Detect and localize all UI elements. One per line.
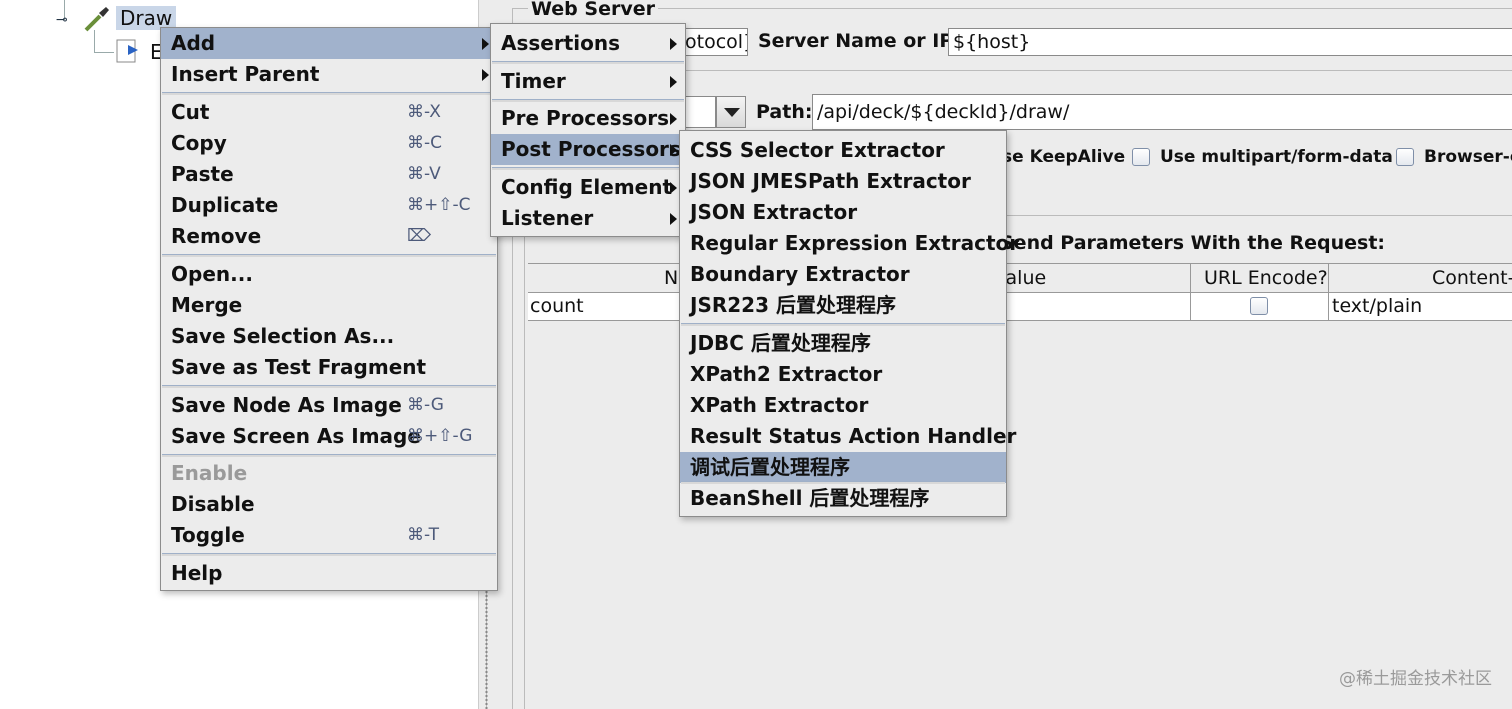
shortcut-save-screen-image: ⌘+⇧-G [407,426,473,446]
pp-item-json-extractor[interactable]: JSON Extractor [680,197,1006,228]
submenu-item-assertions[interactable]: Assertions [491,28,685,59]
web-server-title: Web Server [528,0,658,20]
menu-item-help[interactable]: Help [161,558,497,589]
submenu-arrow-icon [670,213,677,225]
menu-item-insert-parent[interactable]: Insert Parent [161,59,497,90]
submenu-arrow-icon [482,69,489,81]
shortcut-duplicate: ⌘+⇧-C [407,195,471,215]
server-name-label: Server Name or IP: [758,30,961,52]
pp-item-xpath-extractor[interactable]: XPath Extractor [680,390,1006,421]
row-content-type-cell[interactable]: text/plain [1332,295,1422,317]
tree-expand-toggle-icon[interactable]: ⊸ [56,12,68,28]
submenu-item-timer[interactable]: Timer [491,66,685,97]
submenu-arrow-icon [670,113,677,125]
table-row[interactable]: count text/plain [528,293,1512,321]
pp-item-boundary-extractor[interactable]: Boundary Extractor [680,259,1006,290]
pp-item-result-status-action-handler[interactable]: Result Status Action Handler [680,421,1016,452]
shortcut-remove: ⌦ [407,226,432,246]
menu-item-disable[interactable]: Disable [161,489,497,520]
send-params-label: Send Parameters With the Request: [1000,232,1386,254]
table-header: N Value URL Encode? Content- [528,264,1512,320]
row-url-encode-checkbox[interactable] [1250,297,1268,315]
menu-item-save-selection-as[interactable]: Save Selection As... [161,321,497,352]
submenu-arrow-icon [670,38,677,50]
shortcut-paste: ⌘-V [407,164,441,184]
pp-item-debug-post-processor[interactable]: 调试后置处理程序 [680,452,1006,483]
menu-item-enable: Enable [171,461,248,485]
shortcut-save-node-image: ⌘-G [407,395,444,415]
browser-compatible-label: Browser-c [1424,147,1512,167]
menu-item-merge[interactable]: Merge [161,290,497,321]
menu-item-copy[interactable]: Copy ⌘-C [161,128,497,159]
sampler-dropper-icon [82,4,112,38]
script-file-icon [114,36,144,70]
server-name-field[interactable]: ${host} [948,28,1512,56]
pp-item-jdbc[interactable]: JDBC 后置处理程序 [680,328,1006,359]
submenu-item-post-processors[interactable]: Post Processors [491,134,685,165]
pp-item-beanshell[interactable]: BeanShell 后置处理程序 [680,483,1006,514]
add-submenu: Assertions Timer Pre Processors Post Pro… [490,23,686,237]
context-menu: Add Insert Parent Cut ⌘-X Copy ⌘-C Paste ⌘-… [160,27,498,591]
menu-item-save-as-test-fragment[interactable]: Save as Test Fragment [161,352,497,383]
submenu-item-pre-processors[interactable]: Pre Processors [491,103,685,134]
method-dropdown-button[interactable] [716,96,746,128]
shortcut-cut: ⌘-X [407,102,441,122]
post-processors-submenu: CSS Selector Extractor JSON JMESPath Ext… [679,130,1019,517]
submenu-item-listener[interactable]: Listener [491,203,685,234]
menu-item-duplicate[interactable]: Duplicate ⌘+⇧-C [161,190,497,221]
submenu-arrow-icon [670,182,677,194]
header-name: N [664,267,679,289]
pp-item-jsr223[interactable]: JSR223 后置处理程序 [680,290,1006,321]
pp-item-regex-extractor[interactable]: Regular Expression Extractor [680,228,1019,259]
submenu-item-config-element[interactable]: Config Element [491,172,685,203]
watermark: @稀土掘金技术社区 [1339,669,1492,689]
pp-item-json-jmespath-extractor[interactable]: JSON JMESPath Extractor [680,166,1006,197]
parameters-table: N Value URL Encode? Content- count text/… [528,263,1512,321]
menu-item-save-screen-as-image[interactable]: Save Screen As Image ⌘+⇧-G [161,421,497,452]
header-content-type: Content- [1432,267,1512,289]
menu-item-remove[interactable]: Remove ⌦ [161,221,497,252]
path-label: Path: [756,101,813,123]
submenu-arrow-icon [670,144,677,156]
menu-item-add[interactable]: Add [161,28,497,59]
pp-item-xpath2-extractor[interactable]: XPath2 Extractor [680,359,1006,390]
browser-compatible-checkbox[interactable] [1396,148,1414,166]
menu-item-paste[interactable]: Paste ⌘-V [161,159,497,190]
header-url-encode: URL Encode? [1204,267,1328,289]
row-name-cell[interactable]: count [530,295,584,317]
shortcut-toggle: ⌘-T [407,525,439,545]
submenu-arrow-icon [670,76,677,88]
multipart-checkbox[interactable] [1132,148,1150,166]
menu-item-save-node-as-image[interactable]: Save Node As Image ⌘-G [161,390,497,421]
pp-item-css-selector-extractor[interactable]: CSS Selector Extractor [680,135,1006,166]
multipart-label: Use multipart/form-data [1160,147,1393,167]
menu-item-cut[interactable]: Cut ⌘-X [161,97,497,128]
path-field[interactable]: /api/deck/${deckId}/draw/ [812,94,1512,130]
menu-item-open[interactable]: Open... [161,259,497,290]
protocol-field[interactable]: otocol} [684,28,748,56]
method-select[interactable] [684,96,716,128]
shortcut-copy: ⌘-C [407,133,443,153]
chevron-down-icon [724,108,740,117]
submenu-arrow-icon [482,38,489,50]
keepalive-label: se KeepAlive [1002,147,1126,167]
menu-item-toggle[interactable]: Toggle ⌘-T [161,520,497,551]
